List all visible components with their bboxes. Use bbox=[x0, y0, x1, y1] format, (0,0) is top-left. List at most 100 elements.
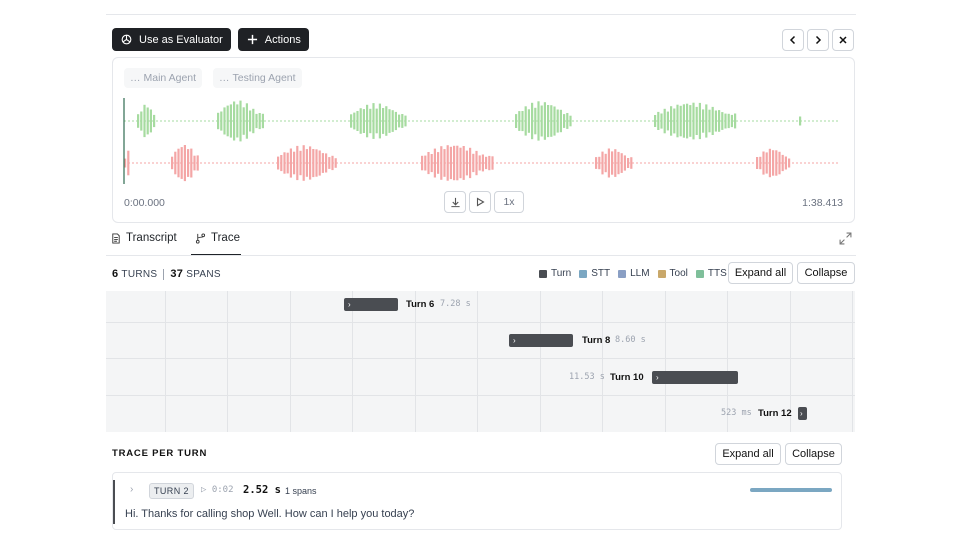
waveform-bar bbox=[569, 115, 572, 127]
turn-card[interactable]: › TURN 2 ▷ 0:02 2.52 s 1 spans Hi. Thank… bbox=[112, 472, 842, 530]
waveform-bar bbox=[299, 150, 302, 176]
waveform-bar bbox=[137, 114, 140, 128]
waveform-bar bbox=[702, 109, 705, 133]
turn-8-label: Turn 8 bbox=[582, 335, 611, 346]
waveform-bar bbox=[328, 157, 331, 169]
main-agent-waveform bbox=[124, 100, 840, 142]
waveform-bar bbox=[614, 149, 617, 177]
legend-item-llm: LLM bbox=[618, 268, 650, 279]
turn-start-time: ▷ 0:02 bbox=[201, 485, 234, 495]
waveform-bar bbox=[424, 155, 427, 171]
collapse-button[interactable]: Collapse bbox=[797, 262, 855, 284]
waveform-bar bbox=[372, 103, 375, 139]
waveform-bar bbox=[540, 105, 543, 137]
waveform-bar bbox=[398, 114, 401, 128]
waveform-bar bbox=[140, 111, 143, 131]
waveform-bar bbox=[488, 155, 491, 171]
waveform-bar bbox=[627, 158, 630, 168]
waveform-bar bbox=[478, 155, 481, 171]
legend-swatch bbox=[695, 269, 704, 278]
view-tabs: Transcript Trace bbox=[106, 227, 856, 256]
waveform-bar bbox=[404, 115, 407, 127]
trace-expand-all-button[interactable]: Expand all bbox=[715, 443, 781, 465]
branch-icon bbox=[195, 232, 206, 244]
waveform-bar bbox=[679, 105, 682, 137]
waveform-bar bbox=[229, 104, 232, 138]
waveform-bar bbox=[421, 155, 424, 171]
chevron-right-icon[interactable]: › bbox=[130, 484, 133, 495]
waveform-bar bbox=[359, 108, 362, 134]
trace-collapse-button[interactable]: Collapse bbox=[785, 443, 842, 465]
expand-icon[interactable] bbox=[839, 232, 852, 245]
waveform-bar bbox=[277, 156, 280, 170]
waveform-bar bbox=[663, 108, 666, 134]
tab-transcript[interactable]: Transcript bbox=[111, 232, 177, 244]
waveform-bar bbox=[518, 111, 521, 131]
waveform-bar bbox=[280, 155, 283, 172]
timeline-gridline bbox=[227, 291, 228, 432]
next-button[interactable] bbox=[807, 29, 829, 51]
waveform-bar bbox=[146, 107, 149, 135]
playback-speed-button[interactable]: 1x bbox=[494, 191, 524, 213]
time-start: 0:00.000 bbox=[124, 197, 165, 209]
waveform-bar bbox=[401, 114, 404, 128]
audio-waveform-card: … Main Agent … Testing Agent 0:00.000 1x… bbox=[112, 57, 855, 223]
waveform-bar bbox=[153, 114, 156, 128]
legend-label: LLM bbox=[630, 268, 650, 279]
waveform-bar bbox=[534, 107, 537, 135]
waveform-bar bbox=[607, 148, 610, 178]
waveform-bar bbox=[258, 113, 261, 130]
waveform-bar bbox=[657, 111, 660, 130]
waveform-bar bbox=[196, 155, 199, 171]
turn-12-bar[interactable]: › bbox=[798, 407, 807, 420]
waveform-bar bbox=[620, 153, 623, 173]
turns-label: TURNS bbox=[121, 268, 158, 280]
turn-6-bar[interactable]: › bbox=[344, 298, 398, 311]
turn-10-bar[interactable]: › bbox=[652, 371, 738, 384]
waveform-bar bbox=[598, 156, 601, 170]
waveform-bar bbox=[556, 109, 559, 133]
top-toolbar: Use as Evaluator Actions bbox=[112, 28, 309, 51]
actions-button[interactable]: Actions bbox=[237, 28, 309, 51]
waveform-bar bbox=[515, 114, 518, 128]
turn-10-label: Turn 10 bbox=[610, 372, 644, 383]
use-as-evaluator-label: Use as Evaluator bbox=[139, 33, 223, 46]
document-icon bbox=[112, 232, 120, 244]
waveform-bar bbox=[595, 157, 598, 169]
play-button[interactable] bbox=[469, 191, 491, 213]
use-as-evaluator-button[interactable]: Use as Evaluator bbox=[112, 28, 231, 51]
waveform-bar bbox=[563, 114, 566, 128]
waveform-bar bbox=[547, 105, 550, 138]
turn-8-bar[interactable]: › bbox=[509, 334, 573, 347]
download-icon bbox=[450, 197, 460, 207]
timeline-gridline bbox=[477, 291, 478, 432]
turn-badge: TURN 2 bbox=[149, 483, 194, 499]
waveform-bar bbox=[689, 105, 692, 137]
waveform-bar bbox=[190, 148, 193, 178]
timeline-gridline bbox=[665, 291, 666, 432]
previous-button[interactable] bbox=[782, 29, 804, 51]
waveform-bar bbox=[721, 112, 724, 130]
waveform-bar bbox=[350, 114, 353, 128]
waveform-bar bbox=[673, 108, 676, 134]
tab-trace[interactable]: Trace bbox=[195, 232, 240, 244]
expand-all-button[interactable]: Expand all bbox=[728, 262, 793, 284]
waveform-bar bbox=[245, 103, 248, 139]
waveform-bar bbox=[449, 146, 452, 180]
waveform-bar bbox=[177, 148, 180, 178]
timeline-gridline bbox=[852, 291, 853, 432]
waveform-bar bbox=[676, 104, 679, 138]
legend-label: Tool bbox=[669, 268, 688, 279]
actions-label: Actions bbox=[264, 33, 301, 46]
waveform-bar bbox=[331, 155, 334, 171]
waveform-bar bbox=[604, 153, 607, 173]
waveform-bar bbox=[174, 151, 177, 175]
close-button[interactable] bbox=[832, 29, 854, 51]
tabs-divider bbox=[106, 255, 856, 256]
waveform-bar bbox=[601, 151, 604, 175]
waveform-bar bbox=[369, 108, 372, 134]
waveform-bar bbox=[391, 110, 394, 132]
waveform-bar bbox=[553, 106, 556, 136]
waveform-bar bbox=[366, 104, 369, 138]
download-button[interactable] bbox=[444, 191, 466, 213]
